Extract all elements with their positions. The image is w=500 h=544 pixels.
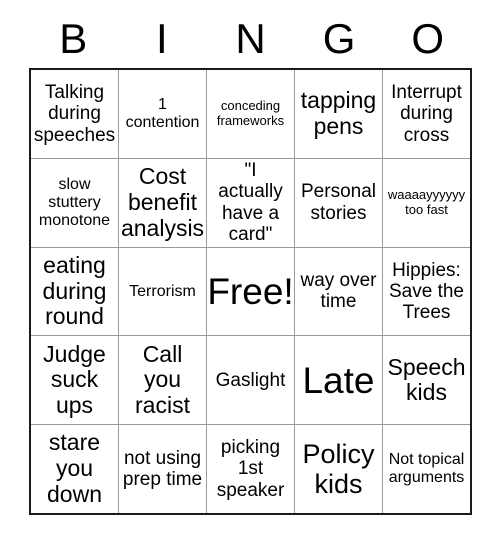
bingo-cell[interactable]: Gaslight [207,336,294,425]
bingo-cell-free[interactable]: Free! [207,247,294,336]
bingo-cell[interactable]: Talking during speeches [31,70,118,158]
bingo-header-row: B I N G O [29,10,472,68]
bingo-cell[interactable]: slow stuttery monotone [31,158,118,247]
bingo-cell[interactable]: Not topical arguments [383,425,470,513]
bingo-cell[interactable]: Call you racist [119,336,206,425]
bingo-card: B I N G O Talking during speeches 1 cont… [0,0,500,544]
bingo-cell[interactable]: Speech kids [383,336,470,425]
bingo-cell[interactable]: eating during round [31,247,118,336]
bingo-cell[interactable]: Personal stories [295,158,382,247]
bingo-cell[interactable]: Late [295,336,382,425]
bingo-cell[interactable]: Policy kids [295,425,382,513]
bingo-cell[interactable]: not using prep time [119,425,206,513]
bingo-cell[interactable]: Judge suck ups [31,336,118,425]
header-letter-n: N [235,15,266,62]
bingo-cell[interactable]: way over time [295,247,382,336]
bingo-cell[interactable]: tapping pens [295,70,382,158]
bingo-grid: Talking during speeches 1 contention con… [29,68,472,515]
header-letter-o: O [411,15,445,62]
bingo-cell[interactable]: Terrorism [119,247,206,336]
bingo-cell[interactable]: Cost benefit analysis [119,158,206,247]
bingo-cell[interactable]: conceding frameworks [207,70,294,158]
bingo-cell[interactable]: Interrupt during cross [383,70,470,158]
bingo-cell[interactable]: Hippies: Save the Trees [383,247,470,336]
bingo-cell[interactable]: 1 contention [119,70,206,158]
header-letter-g: G [322,15,356,62]
bingo-cell[interactable]: waaaayyyyyy too fast [383,158,470,247]
header-letter-i: I [156,15,168,62]
header-letter-b: B [59,15,88,62]
bingo-cell[interactable]: "I actually have a card" [207,158,294,247]
bingo-cell[interactable]: stare you down [31,425,118,513]
bingo-cell[interactable]: picking 1st speaker [207,425,294,513]
